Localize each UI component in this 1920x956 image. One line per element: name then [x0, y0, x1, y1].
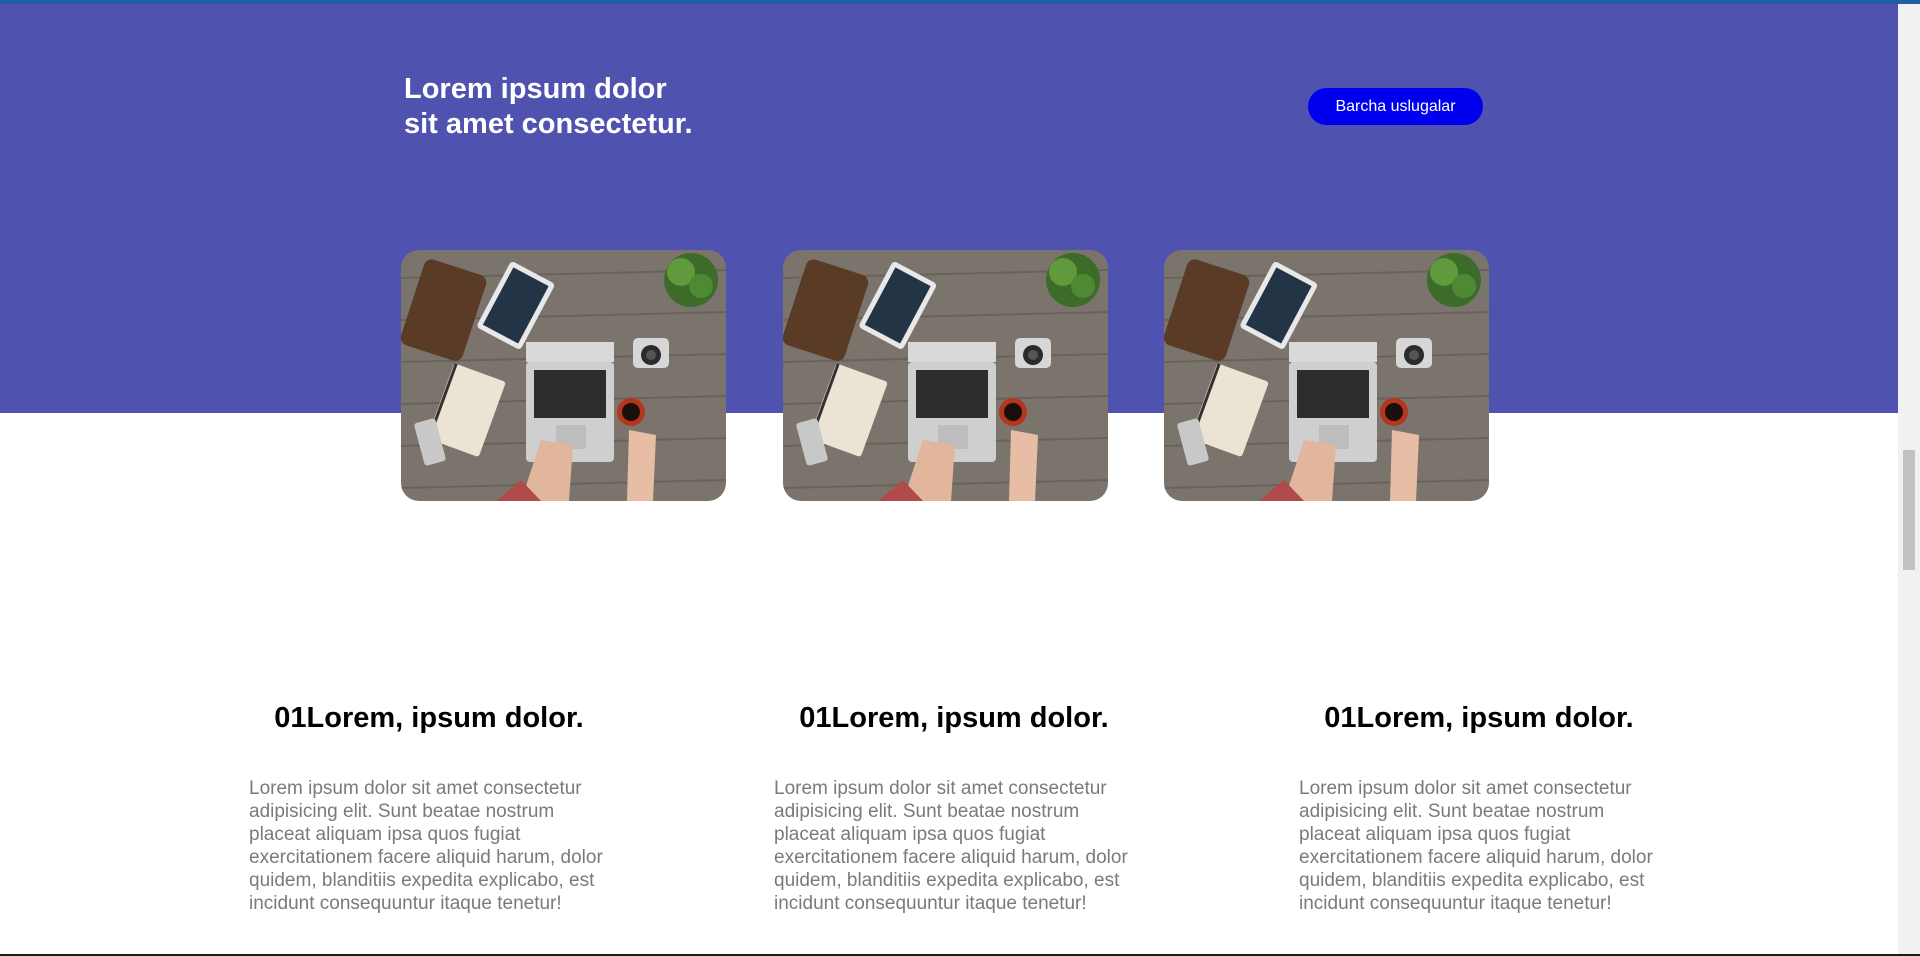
hero-title-line-2: sit amet consectetur. — [404, 108, 693, 140]
page-scrollbar[interactable] — [1898, 0, 1920, 956]
browser-top-edge — [0, 0, 1920, 4]
hero-title: Lorem ipsum dolor sit amet consectetur. — [404, 72, 693, 142]
feature-column-2: 01Lorem, ipsum dolor. Lorem ipsum dolor … — [774, 700, 1134, 914]
workspace-laptop-photo-icon — [401, 250, 726, 501]
workspace-laptop-photo-icon — [1164, 250, 1489, 501]
all-services-button[interactable]: Barcha uslugalar — [1308, 88, 1483, 125]
hero-title-line-1: Lorem ipsum dolor — [404, 73, 667, 105]
card-image-1 — [401, 250, 726, 501]
card-image-3 — [1164, 250, 1489, 501]
card-image-2 — [783, 250, 1108, 501]
feature-column-3: 01Lorem, ipsum dolor. Lorem ipsum dolor … — [1299, 700, 1659, 914]
workspace-laptop-photo-icon — [783, 250, 1108, 501]
feature-text: Lorem ipsum dolor sit amet consectetur a… — [249, 778, 603, 914]
scrollbar-thumb[interactable] — [1903, 450, 1915, 570]
feature-column-1: 01Lorem, ipsum dolor. Lorem ipsum dolor … — [249, 700, 609, 914]
feature-title: 01Lorem, ipsum dolor. — [799, 702, 1109, 734]
feature-title: 01Lorem, ipsum dolor. — [1324, 702, 1634, 734]
feature-text: Lorem ipsum dolor sit amet consectetur a… — [1299, 778, 1653, 914]
feature-title: 01Lorem, ipsum dolor. — [274, 702, 584, 734]
feature-text: Lorem ipsum dolor sit amet consectetur a… — [774, 778, 1128, 914]
